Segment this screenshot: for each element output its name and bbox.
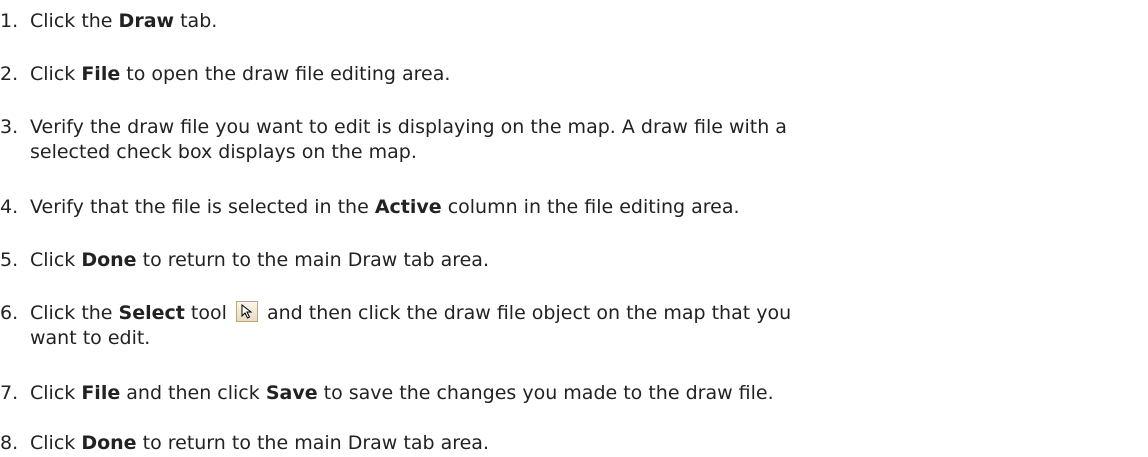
step-number: 7. xyxy=(0,382,19,404)
step-number: 8. xyxy=(0,432,19,454)
done-term: Done xyxy=(81,249,137,271)
step-text-continued: want to edit. xyxy=(30,327,151,349)
draw-term: Draw xyxy=(118,10,175,32)
step-text: Click the Select tool and then click the… xyxy=(30,301,792,324)
step-text: Verify the draw file you want to edit is… xyxy=(30,116,787,138)
step-number: 4. xyxy=(0,196,19,218)
select-arrow-icon xyxy=(235,301,258,322)
step-number: 1. xyxy=(0,10,19,32)
step-text: Click Done to return to the main Draw ta… xyxy=(30,432,489,454)
save-term: Save xyxy=(265,382,318,404)
step-text: Click File and then click Save to save t… xyxy=(30,382,774,404)
instruction-steps: 1. Click the Draw tab. 2. Click File to … xyxy=(0,0,1148,454)
step-text: Verify that the file is selected in the … xyxy=(30,196,740,218)
step-number: 5. xyxy=(0,249,19,271)
step-number: 3. xyxy=(0,116,19,138)
step-number: 6. xyxy=(0,302,19,324)
step-text-continued: selected check box displays on the map. xyxy=(30,141,417,163)
step-text: Click the Draw tab. xyxy=(30,10,218,32)
step-text: Click File to open the draw file editing… xyxy=(30,63,451,85)
select-term: Select xyxy=(118,302,185,324)
active-term: Active xyxy=(374,196,442,218)
file-term: File xyxy=(81,382,121,404)
step-text: Click Done to return to the main Draw ta… xyxy=(30,249,489,271)
done-term: Done xyxy=(81,432,137,454)
step-number: 2. xyxy=(0,63,19,85)
file-term: File xyxy=(81,63,121,85)
